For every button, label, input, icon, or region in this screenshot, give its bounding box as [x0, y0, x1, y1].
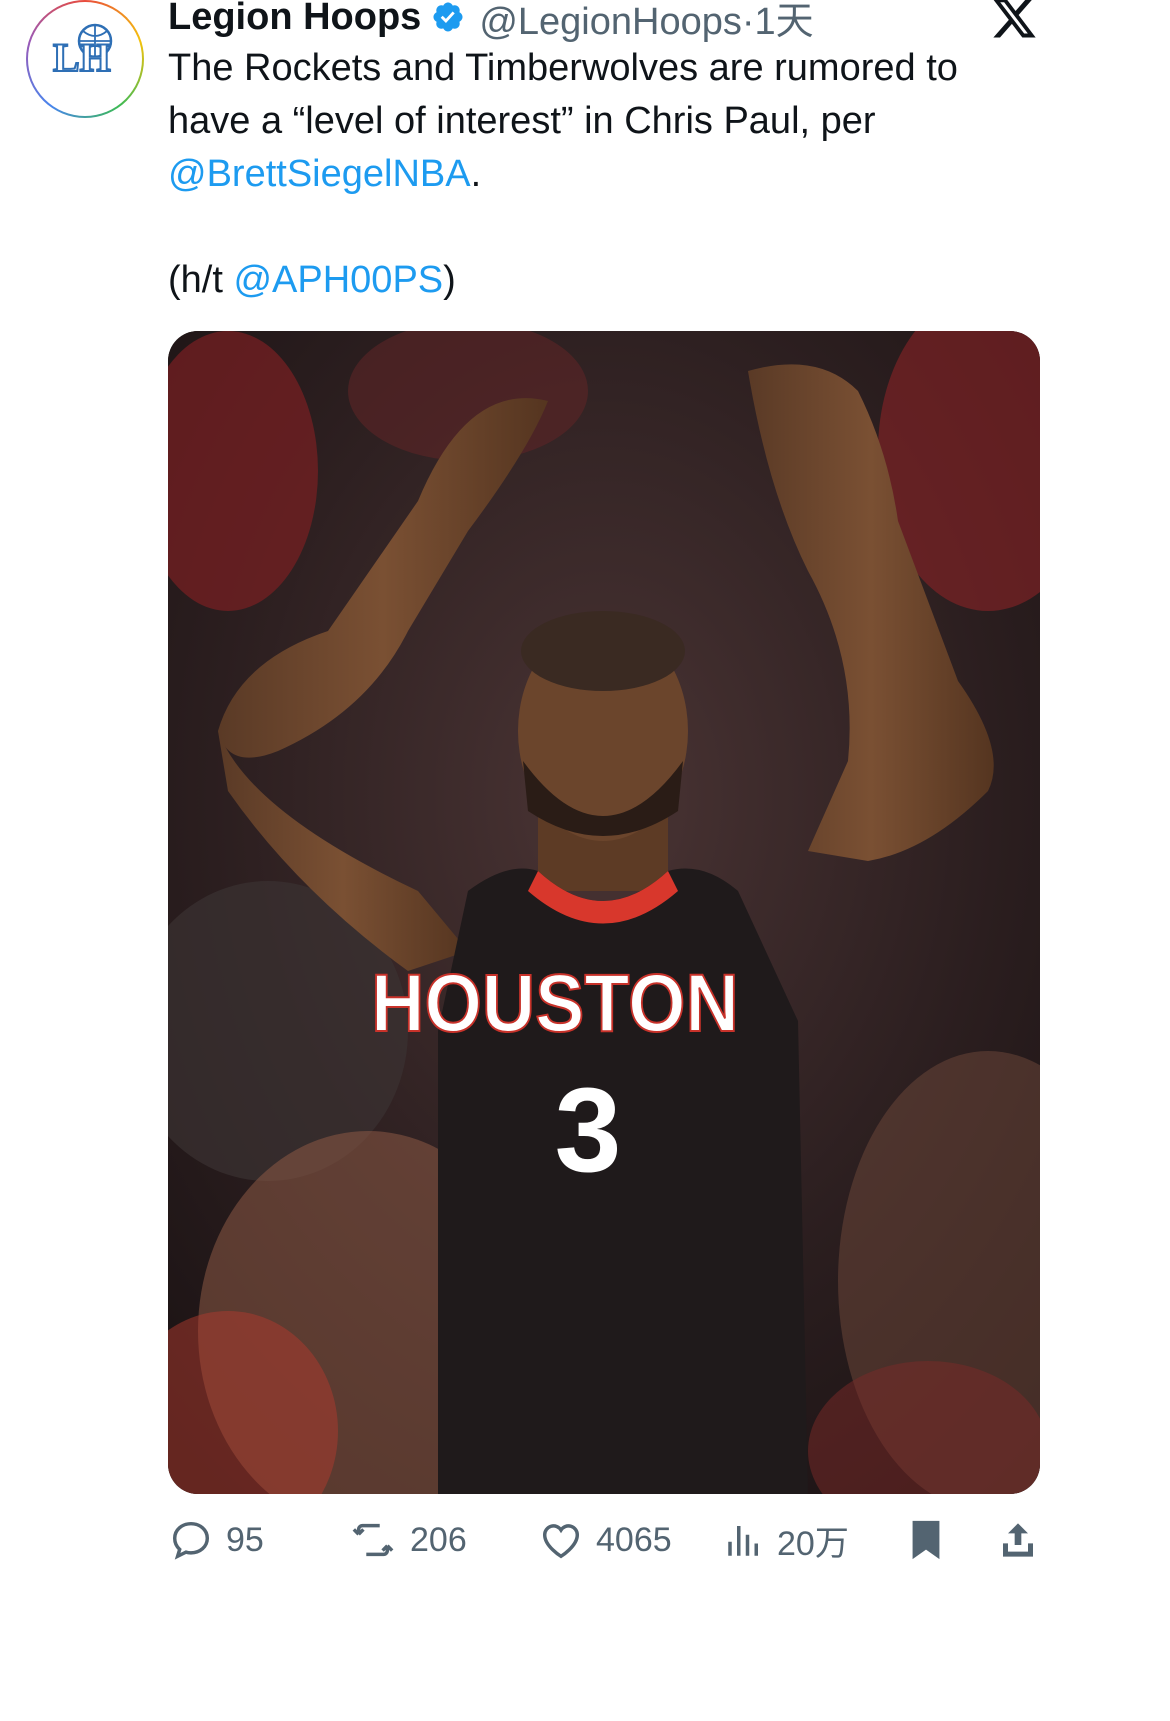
bookmark-button[interactable]: [908, 1512, 956, 1568]
x-logo-icon[interactable]: [990, 0, 1038, 42]
views-count: 20万: [777, 1524, 849, 1563]
reply-icon: [172, 1521, 210, 1560]
tweet-text-line: @BrettSiegelNBA.: [168, 153, 482, 195]
retweet-icon: [352, 1523, 394, 1557]
like-button[interactable]: 4065: [538, 1512, 672, 1568]
share-button[interactable]: [998, 1512, 1050, 1568]
tweet-media-photo[interactable]: HOUSTON 3: [168, 331, 1040, 1494]
heart-icon: [542, 1524, 580, 1559]
author-handle[interactable]: @LegionHoops·1天: [479, 0, 813, 45]
author-name[interactable]: Legion Hoops: [168, 0, 421, 39]
mention-link[interactable]: @APH00PS: [233, 259, 443, 301]
logo-letter-l: LH: [53, 35, 111, 80]
reply-button[interactable]: 95: [168, 1512, 264, 1568]
reply-count: 95: [226, 1520, 264, 1559]
retweet-button[interactable]: 206: [348, 1512, 467, 1568]
tweet-text-line: (h/t @APH00PS): [168, 259, 456, 301]
legion-hoops-logo-icon: LH: [39, 13, 131, 105]
views-button[interactable]: 20万: [723, 1512, 849, 1568]
retweet-count: 206: [410, 1520, 467, 1559]
share-icon: [1003, 1523, 1033, 1557]
basketball-player-photo: HOUSTON 3: [168, 331, 1040, 1494]
bookmark-icon: [912, 1520, 940, 1560]
jersey-text: HOUSTON: [371, 956, 739, 1049]
jersey-number: 3: [555, 1063, 622, 1197]
verified-badge-icon: [431, 0, 465, 34]
tweet-header: Legion Hoops @LegionHoops·1天: [168, 0, 814, 45]
mention-link[interactable]: @BrettSiegelNBA: [168, 153, 471, 195]
tweet-text-line: have a “level of interest” in Chris Paul…: [168, 100, 876, 142]
author-avatar[interactable]: LH: [26, 0, 144, 118]
tweet-text-line: The Rockets and Timberwolves are rumored…: [168, 47, 958, 89]
views-chart-icon: [728, 1526, 758, 1556]
tweet-actions: 95 206 4065 20万: [168, 1512, 1068, 1568]
like-count: 4065: [596, 1520, 672, 1559]
tweet-body: The Rockets and Timberwolves are rumored…: [168, 42, 1048, 307]
timestamp: 1天: [754, 0, 814, 43]
